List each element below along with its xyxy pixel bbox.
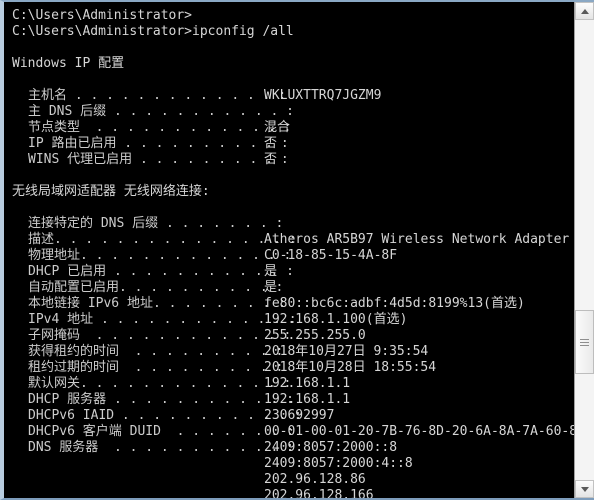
wireless-adapter-heading: 无线局域网适配器 无线网络连接: [12, 184, 210, 199]
adapter-field-row: 获得租约的时间 . . . . . . . . . :2018年10月27日 9… [8, 344, 574, 360]
adapter-field-value: 192.168.1.1 [264, 376, 351, 391]
adapter-field-row: 默认网关. . . . . . . . . . . . . :192.168.1… [8, 376, 574, 392]
prompt-line-1: C:\Users\Administrator> [12, 8, 193, 23]
adapter-dhcpv6-duid-label: DHCPv6 客户端 DUID . . . . . . . : [28, 424, 294, 439]
ipconfig-field-label: 主机名 . . . . . . . . . . . . . : [28, 88, 287, 103]
adapter-dhcpv6-iaid-label: DHCPv6 IAID . . . . . . . . . . . : [28, 408, 302, 423]
adapter-dhcp-value: 是 [264, 264, 278, 279]
adapter-field-row: 子网掩码 . . . . . . . . . . . . :255.255.25… [8, 328, 574, 344]
adapter-dhcpv6-duid-row: DHCPv6 客户端 DUID . . . . . . . :00-01-00-… [8, 424, 574, 440]
adapter-dns-row: 连接特定的 DNS 后缀 . . . . . . . : [8, 216, 574, 232]
windows-ip-config-heading: Windows IP 配置 [12, 56, 125, 71]
adapter-dhcp-row: DHCP 已启用 . . . . . . . . . . . :是 [8, 264, 574, 280]
scroll-up-button[interactable] [575, 2, 594, 20]
dns-servers-additional: 2409:8057:2000:4::8 202.96.128.86 202.96.1… [8, 456, 574, 498]
adapter-dns-label: 连接特定的 DNS 后缀 . . . . . . . : [28, 216, 284, 231]
adapter-field-value: C0-18-85-15-4A-8F [264, 248, 398, 263]
scroll-down-button[interactable] [575, 480, 594, 498]
adapter-ipv6-value: fe80::bc6c:adbf:4d5d:8199%13(首选) [264, 296, 525, 311]
dns-server-text: 202.96.128.86 [264, 472, 366, 487]
adapter-field-row: 描述. . . . . . . . . . . . . . . : Atheros… [8, 232, 574, 248]
vertical-scrollbar[interactable] [574, 2, 594, 498]
dns-server-value-3: 202.96.128.86 [8, 472, 574, 488]
ipconfig-ip-value: 否 [264, 136, 278, 151]
adapter-dhcp-value: 192.168.1.1 [264, 392, 351, 407]
ipconfig-field-row: 主机名 . . . . . . . . . . . . . : WKLUXTTRQ… [8, 88, 574, 104]
adapter-ipv4-value: 192.168.1.100(首选) [264, 312, 408, 327]
dns-servers-value: 2409:8057:2000::8 [264, 440, 398, 455]
prompt-line-2-command: C:\Users\Administrator>ipconfig /all [12, 24, 294, 39]
command-prompt-window: C:\Users\Administrator> C:\Users\Adminis… [0, 0, 594, 500]
ipconfig-ip-label: IP 路由已启用 . . . . . . . . . . : [28, 136, 289, 151]
adapter-field-label: 物理地址. . . . . . . . . . . . . : [28, 248, 292, 263]
ipconfig-dns-row: 主 DNS 后缀 . . . . . . . . . . . : [8, 104, 574, 120]
adapter-field-value: 255.255.255.0 [264, 328, 366, 343]
adapter-field-row: 自动配置已启用. . . . . . . . . . :是 [8, 280, 574, 296]
adapter-dhcpv6-duid-value: 00-01-00-01-20-7B-76-8D-20-6A-8A-7A-60-8… [264, 424, 574, 439]
chevron-down-icon [580, 486, 589, 492]
adapter-field-row: 物理地址. . . . . . . . . . . . . : C0-18-85-… [8, 248, 574, 264]
console-text-area[interactable]: C:\Users\Administrator> C:\Users\Adminis… [4, 2, 574, 498]
wireless-adapter-section: 连接特定的 DNS 后缀 . . . . . . . : 描述. . . . . … [8, 216, 574, 440]
adapter-ipv4-label: IPv4 地址 . . . . . . . . . . . . : [28, 312, 297, 327]
adapter-field-value: 2018年10月27日 9:35:54 [264, 344, 429, 359]
scrollbar-thumb[interactable] [575, 310, 594, 374]
adapter-ipv6-label: 本地链接 IPv6 地址. . . . . . . . : [28, 296, 287, 311]
adapter-field-row: 租约过期的时间 . . . . . . . . . :2018年10月28日 1… [8, 360, 574, 376]
grip-icon [580, 338, 589, 346]
adapter-dhcp-label: DHCP 已启用 . . . . . . . . . . . : [28, 264, 294, 279]
adapter-ipv6-row: 本地链接 IPv6 地址. . . . . . . . : fe80::bc6c:… [8, 296, 574, 312]
ipconfig-field-value: WKLUXTTRQ7JGZM9 [264, 88, 382, 103]
ipconfig-field-value: 混合 [264, 120, 291, 135]
adapter-dhcp-row: DHCP 服务器 . . . . . . . . . . . :192.168.… [8, 392, 574, 408]
dns-server-text: 2409:8057:2000:4::8 [264, 456, 413, 471]
ipconfig-dns-label: 主 DNS 后缀 . . . . . . . . . . . : [28, 104, 294, 119]
ipconfig-wins-row: WINS 代理已启用 . . . . . . . . . :否 [8, 152, 574, 168]
ip-configuration-section: 主机名 . . . . . . . . . . . . . : WKLUXTTRQ… [8, 88, 574, 168]
ipconfig-wins-label: WINS 代理已启用 . . . . . . . . . : [28, 152, 289, 167]
adapter-field-label: 描述. . . . . . . . . . . . . . . : [28, 232, 297, 247]
adapter-field-value: 2018年10月28日 18:55:54 [264, 360, 437, 375]
ipconfig-field-row: 节点类型 . . . . . . . . . . . . : 混合 [8, 120, 574, 136]
adapter-field-label: 租约过期的时间 . . . . . . . . . : [28, 360, 284, 375]
adapter-field-label: 子网掩码 . . . . . . . . . . . . : [28, 328, 292, 343]
adapter-dhcpv6-iaid-row: DHCPv6 IAID . . . . . . . . . . . :23069… [8, 408, 574, 424]
adapter-dhcpv6-iaid-value: 230692997 [264, 408, 335, 423]
adapter-field-label: 默认网关. . . . . . . . . . . . . : [28, 376, 292, 391]
scrollbar-track[interactable] [575, 20, 594, 480]
adapter-field-value: 是 [264, 280, 278, 295]
dns-servers-row: DNS 服务器 . . . . . . . . . . . : 2409:805… [8, 440, 574, 456]
dns-server-value-2: 2409:8057:2000:4::8 [8, 456, 574, 472]
adapter-field-label: 自动配置已启用. . . . . . . . . . : [28, 280, 284, 295]
chevron-up-icon [580, 8, 589, 14]
ipconfig-field-label: 节点类型 . . . . . . . . . . . . : [28, 120, 292, 135]
adapter-ipv4-row: IPv4 地址 . . . . . . . . . . . . :192.168… [8, 312, 574, 328]
ipconfig-wins-value: 否 [264, 152, 278, 167]
adapter-field-value: Atheros AR5B97 Wireless Network Adapter [264, 232, 570, 247]
dns-server-value-4: 202.96.128.166 [8, 488, 574, 498]
dns-servers-label: DNS 服务器 . . . . . . . . . . . : [28, 440, 294, 455]
ipconfig-ip-row: IP 路由已启用 . . . . . . . . . . :否 [8, 136, 574, 152]
adapter-field-label: 获得租约的时间 . . . . . . . . . : [28, 344, 284, 359]
adapter-dhcp-label: DHCP 服务器 . . . . . . . . . . . : [28, 392, 294, 407]
dns-server-text: 202.96.128.166 [264, 488, 374, 498]
